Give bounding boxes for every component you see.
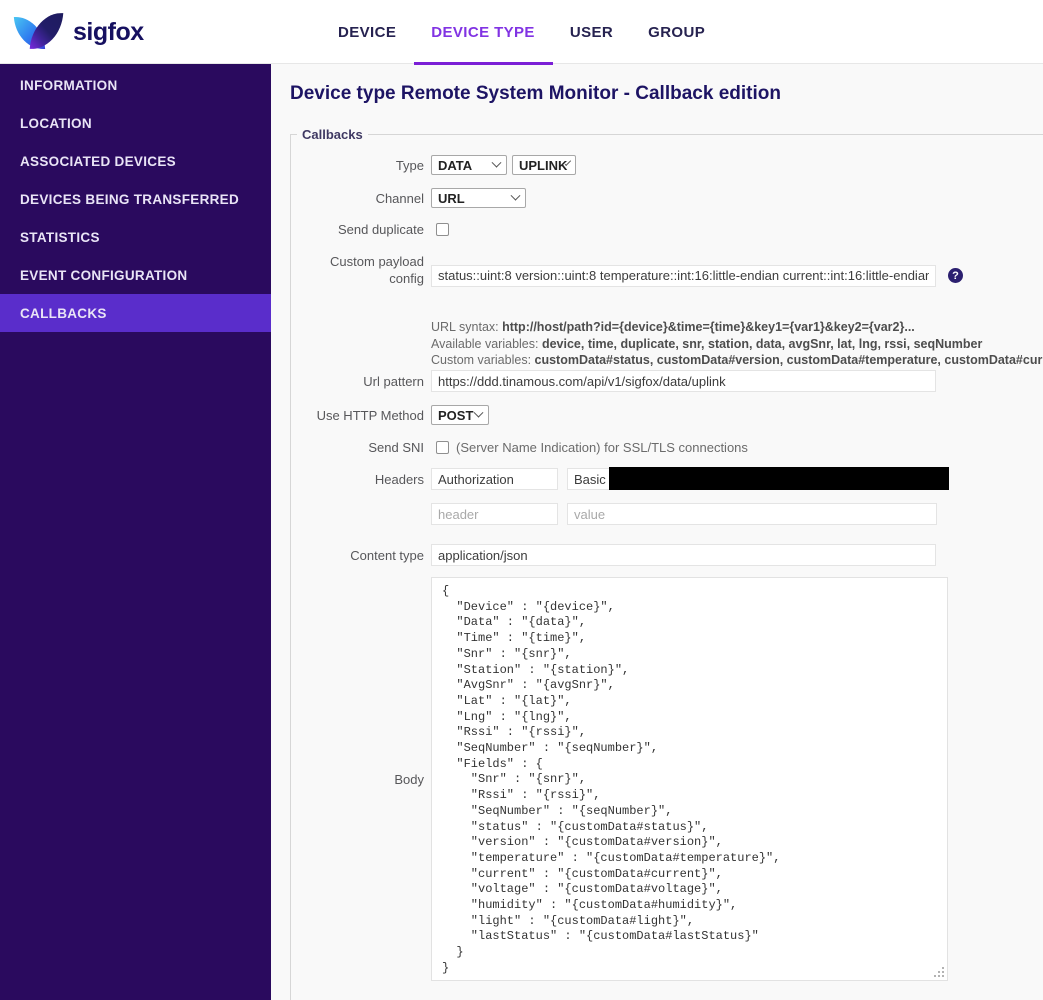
send-sni-checkbox[interactable] xyxy=(436,440,449,454)
type-row: Type DATA UPLINK xyxy=(296,155,576,175)
available-variables-line: Available variables: device, time, dupli… xyxy=(431,336,983,351)
content-type-label: Content type xyxy=(350,547,424,563)
content-type-row: Content type xyxy=(296,544,936,566)
custom-payload-input[interactable] xyxy=(431,264,936,287)
new-header-name-input[interactable] xyxy=(431,503,558,525)
header-name-input[interactable] xyxy=(431,468,558,490)
sidebar-item-callbacks[interactable]: CALLBACKS xyxy=(0,294,271,332)
headers-row-2 xyxy=(296,503,937,525)
sidebar-item-information[interactable]: INFORMATION xyxy=(0,66,271,104)
channel-select[interactable]: URL xyxy=(431,188,526,208)
url-help-text: URL syntax: http://host/path?id={device}… xyxy=(431,319,1043,369)
send-sni-description: (Server Name Indication) for SSL/TLS con… xyxy=(456,439,748,455)
custom-payload-row: Custom payload config ? xyxy=(296,254,963,287)
page-title: Device type Remote System Monitor - Call… xyxy=(290,83,781,104)
channel-select-value: URL xyxy=(438,190,465,206)
type-select-value: DATA xyxy=(438,157,473,173)
send-sni-row: Send SNI (Server Name Indication) for SS… xyxy=(296,434,748,460)
type-select[interactable]: DATA xyxy=(431,155,507,175)
http-method-value: POST xyxy=(438,407,474,423)
main-nav: DEVICE DEVICE TYPE USER GROUP xyxy=(338,0,705,65)
sigfox-butterfly-icon xyxy=(13,9,64,55)
send-duplicate-row: Send duplicate xyxy=(296,216,449,242)
url-pattern-row: Url pattern xyxy=(296,370,936,392)
nav-device[interactable]: DEVICE xyxy=(338,0,396,64)
sidebar-item-devices-being-transferred[interactable]: DEVICES BEING TRANSFERRED xyxy=(0,180,271,218)
chevron-down-icon xyxy=(473,407,484,418)
http-method-row: Use HTTP Method POST xyxy=(296,405,489,425)
body-textarea-wrapper: { "Device" : "{device}", "Data" : "{data… xyxy=(431,577,948,981)
send-duplicate-checkbox[interactable] xyxy=(436,222,449,236)
body-row: Body { "Device" : "{device}", "Data" : "… xyxy=(296,577,948,981)
url-syntax-line: URL syntax: http://host/path?id={device}… xyxy=(431,320,915,334)
headers-label: Headers xyxy=(374,471,424,487)
sidebar-item-location[interactable]: LOCATION xyxy=(0,104,271,142)
channel-label: Channel xyxy=(375,190,424,206)
top-header: sigfox DEVICE DEVICE TYPE USER GROUP xyxy=(0,0,1043,65)
sidebar-item-statistics[interactable]: STATISTICS xyxy=(0,218,271,256)
chevron-down-icon xyxy=(491,157,502,168)
url-pattern-input[interactable] xyxy=(431,370,936,392)
nav-user[interactable]: USER xyxy=(570,0,613,64)
new-header-value-input[interactable] xyxy=(567,503,937,525)
body-label: Body xyxy=(394,771,424,787)
content-type-input[interactable] xyxy=(431,544,936,566)
http-method-select[interactable]: POST xyxy=(431,405,489,425)
send-sni-label: Send SNI xyxy=(368,439,424,455)
url-pattern-label: Url pattern xyxy=(363,373,424,389)
custom-payload-label: Custom payload config xyxy=(330,254,424,286)
type-direction-value: UPLINK xyxy=(519,157,568,173)
type-direction-select[interactable]: UPLINK xyxy=(512,155,576,175)
sigfox-logo[interactable]: sigfox xyxy=(13,9,144,55)
sidebar-item-associated-devices[interactable]: ASSOCIATED DEVICES xyxy=(0,142,271,180)
sidebar-item-event-configuration[interactable]: EVENT CONFIGURATION xyxy=(0,256,271,294)
http-method-label: Use HTTP Method xyxy=(316,407,424,423)
sidebar: INFORMATION LOCATION ASSOCIATED DEVICES … xyxy=(0,64,271,1000)
chevron-down-icon xyxy=(510,190,521,201)
nav-group[interactable]: GROUP xyxy=(648,0,705,64)
nav-device-type[interactable]: DEVICE TYPE xyxy=(414,0,553,65)
custom-variables-line: Custom variables: customData#status, cus… xyxy=(431,353,1043,367)
body-textarea[interactable]: { "Device" : "{device}", "Data" : "{data… xyxy=(431,577,948,981)
channel-row: Channel URL xyxy=(296,188,526,208)
type-label: Type xyxy=(395,157,424,173)
callbacks-legend: Callbacks xyxy=(302,127,363,142)
redacted-secret-overlay xyxy=(609,467,949,490)
send-duplicate-label: Send duplicate xyxy=(337,221,424,237)
brand-name: sigfox xyxy=(73,17,144,46)
help-icon[interactable]: ? xyxy=(948,268,963,283)
logo-wing-dark xyxy=(29,10,64,52)
